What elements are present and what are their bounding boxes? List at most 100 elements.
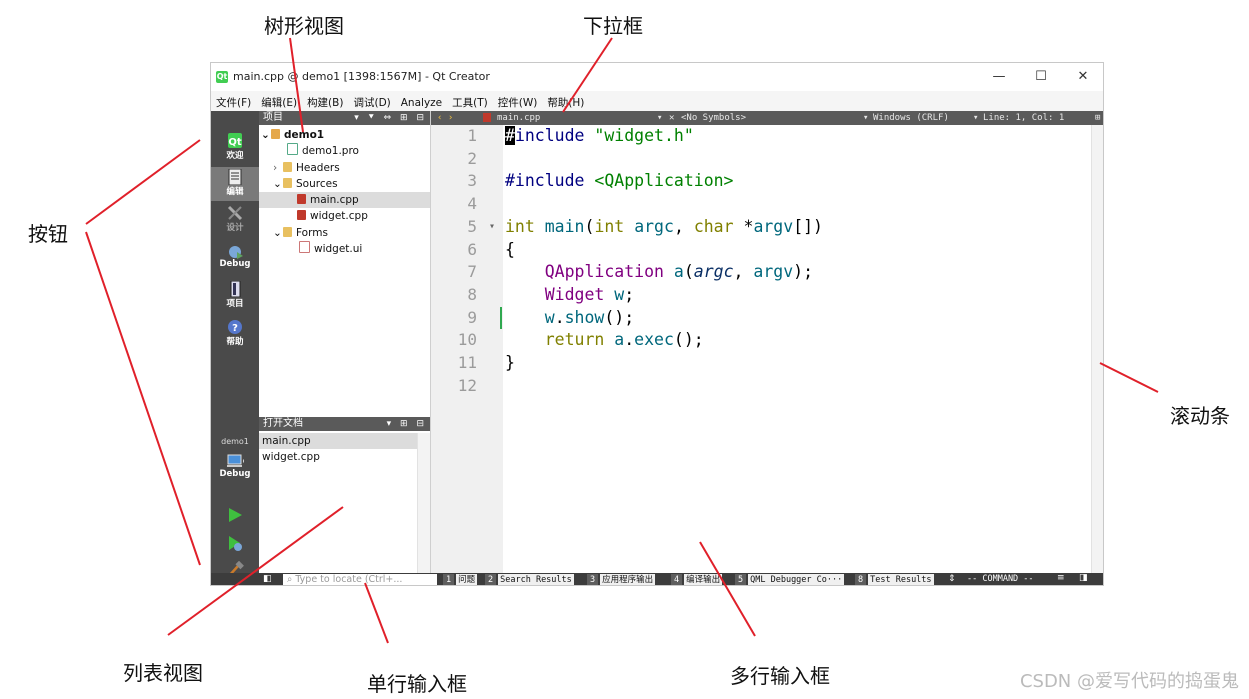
mode-projects-button[interactable]: 项目 bbox=[211, 279, 259, 313]
open-docs-scrollbar[interactable] bbox=[417, 433, 430, 573]
split-editor-icon[interactable]: ⊞ bbox=[1095, 111, 1100, 125]
ui-file-icon bbox=[299, 241, 310, 254]
close-file-icon[interactable]: ✕ bbox=[669, 111, 674, 125]
annotation-single-line-input: 单行输入框 bbox=[367, 672, 467, 696]
tree-label: demo1.pro bbox=[302, 145, 359, 158]
line-number: 10 bbox=[457, 330, 477, 350]
expand-chevron-icon[interactable]: › bbox=[273, 160, 283, 176]
tree-label: Forms bbox=[296, 226, 328, 239]
output-tab-qml-debugger[interactable]: 5 QML Debugger Co··· bbox=[735, 574, 845, 585]
more-tabs-icon[interactable]: ⇕ bbox=[948, 574, 956, 584]
output-pane-toggle-icon[interactable]: ≡ bbox=[1057, 573, 1065, 583]
tree-node-demo1-pro[interactable]: demo1.pro bbox=[259, 143, 430, 159]
kit-build-label: Debug bbox=[219, 469, 251, 479]
output-tab-number: 2 bbox=[485, 574, 497, 585]
tree-node-main-cpp[interactable]: main.cpp bbox=[259, 192, 430, 209]
editor-scrollbar[interactable] bbox=[1091, 125, 1103, 573]
annotation-scrollbar: 滚动条 bbox=[1170, 404, 1230, 428]
scrollbar-leader-line bbox=[1099, 362, 1159, 393]
cursor-position[interactable]: Line: 1, Col: 1 bbox=[983, 111, 1064, 125]
help-icon: ? bbox=[228, 320, 242, 334]
output-tab-issues[interactable]: 1 问题 bbox=[443, 574, 478, 585]
tree-node-widget-ui[interactable]: widget.ui bbox=[259, 241, 430, 257]
menu-edit[interactable]: 编辑(E) bbox=[256, 91, 302, 110]
output-tab-app-output[interactable]: 3 应用程序输出 bbox=[587, 574, 656, 585]
output-tab-label: 编译输出 bbox=[684, 574, 723, 585]
menu-debug[interactable]: 调试(D) bbox=[348, 91, 395, 110]
menu-file[interactable]: 文件(F) bbox=[211, 91, 256, 110]
expand-chevron-icon[interactable]: ⌄ bbox=[261, 127, 271, 143]
output-tab-number: 8 bbox=[855, 574, 867, 585]
kit-selector-button[interactable]: Debug bbox=[211, 451, 259, 485]
cpp-file-icon bbox=[297, 210, 306, 221]
output-tab-search-results[interactable]: 2 Search Results bbox=[485, 574, 574, 585]
mode-help-button[interactable]: ? 帮助 bbox=[211, 317, 259, 351]
mode-edit-button[interactable]: 编辑 bbox=[211, 167, 259, 201]
tree-node-demo1[interactable]: ⌄ demo1 bbox=[259, 127, 430, 143]
open-doc-item[interactable]: widget.cpp bbox=[259, 449, 430, 465]
code-line: int main(int argc, char *argv[]) bbox=[505, 216, 823, 236]
qt-creator-window: Qt main.cpp @ demo1 [1398:1567M] - Qt Cr… bbox=[210, 62, 1104, 586]
project-folder-icon bbox=[271, 129, 280, 139]
cpp-file-icon bbox=[483, 113, 491, 122]
mode-design-button[interactable]: 设计 bbox=[211, 203, 259, 237]
debug-run-icon bbox=[229, 536, 242, 551]
run-play-icon bbox=[229, 508, 242, 522]
tree-node-sources[interactable]: ⌄ Sources bbox=[259, 176, 430, 192]
tree-node-headers[interactable]: › Headers bbox=[259, 160, 430, 176]
locator-input[interactable]: ⌕ Type to locate (Ctrl+... bbox=[283, 574, 437, 585]
file-dropdown-arrow-icon[interactable]: ▾ bbox=[657, 111, 662, 125]
qt-welcome-icon: Qt bbox=[228, 133, 242, 148]
open-doc-item[interactable]: main.cpp bbox=[259, 433, 430, 449]
menu-tools[interactable]: 工具(T) bbox=[447, 91, 493, 110]
line-number: 9 bbox=[467, 307, 477, 327]
output-tab-test-results[interactable]: 8 Test Results bbox=[855, 574, 934, 585]
line-ending-arrow-icon: ▾ bbox=[973, 113, 979, 123]
close-button[interactable]: ✕ bbox=[1063, 66, 1103, 88]
button-leader-line-2 bbox=[85, 231, 201, 566]
kit-project-label: demo1 bbox=[221, 437, 249, 446]
line-number: 2 bbox=[467, 148, 477, 168]
forms-folder-icon bbox=[283, 226, 292, 237]
mode-edit-label: 编辑 bbox=[226, 187, 244, 197]
watermark: CSDN @爱写代码的捣蛋鬼 bbox=[1019, 671, 1239, 692]
maximize-button[interactable]: ☐ bbox=[1021, 66, 1061, 88]
tree-node-widget-cpp[interactable]: widget.cpp bbox=[259, 208, 430, 224]
tree-label: main.cpp bbox=[310, 194, 359, 207]
code-line: } bbox=[505, 353, 515, 372]
run-button[interactable] bbox=[211, 505, 259, 527]
output-tab-number: 4 bbox=[671, 574, 683, 585]
code-line: QApplication a(argc, argv); bbox=[544, 262, 814, 282]
nav-back-forward-buttons[interactable]: ‹ › bbox=[437, 111, 453, 125]
toggle-sidebar-icon[interactable]: ◧ bbox=[263, 574, 272, 584]
output-tab-label: 应用程序输出 bbox=[600, 574, 656, 585]
menu-analyze[interactable]: Analyze bbox=[396, 93, 447, 109]
code-line: { bbox=[505, 239, 515, 259]
sources-folder-icon bbox=[283, 177, 292, 188]
debug-run-button[interactable] bbox=[211, 533, 259, 555]
output-tab-compile-output[interactable]: 4 编译输出 bbox=[671, 574, 723, 585]
svg-text:?: ? bbox=[232, 323, 238, 334]
code-editor[interactable]: #include "widget.h" #include <QApplicati… bbox=[503, 125, 1091, 573]
headers-folder-icon bbox=[283, 161, 292, 172]
menu-build[interactable]: 构建(B) bbox=[302, 91, 348, 110]
symbols-dropdown[interactable]: <No Symbols> bbox=[681, 111, 746, 125]
line-ending-dropdown[interactable]: Windows (CRLF) bbox=[873, 111, 949, 125]
mode-debug-button[interactable]: Debug bbox=[211, 241, 259, 275]
file-dropdown[interactable]: main.cpp bbox=[497, 111, 540, 125]
pro-file-icon bbox=[287, 143, 298, 156]
expand-chevron-icon[interactable]: ⌄ bbox=[273, 176, 283, 192]
window-title: main.cpp @ demo1 [1398:1567M] - Qt Creat… bbox=[233, 70, 490, 83]
tree-node-forms[interactable]: ⌄ Forms bbox=[259, 225, 430, 241]
right-sidebar-toggle-icon[interactable]: ◨ bbox=[1079, 573, 1088, 583]
open-docs-tools[interactable]: ▾ ⊞ ⊟ bbox=[387, 417, 427, 431]
line-number-gutter: 1 2 3 4 5 6 7 8 9 10 11 12 ▾ bbox=[431, 125, 503, 573]
project-pane-tools[interactable]: ▾ ⯆ ⇔ ⊞ ⊟ bbox=[354, 111, 427, 125]
menu-help[interactable]: 帮助(H) bbox=[542, 91, 589, 110]
minimize-button[interactable]: — bbox=[979, 66, 1019, 88]
menu-controls[interactable]: 控件(W) bbox=[493, 91, 543, 110]
mode-welcome-button[interactable]: Qt 欢迎 bbox=[211, 131, 259, 165]
output-tab-number: 3 bbox=[587, 574, 599, 585]
expand-chevron-icon[interactable]: ⌄ bbox=[273, 225, 283, 241]
fold-marker-icon[interactable]: ▾ bbox=[489, 216, 495, 239]
